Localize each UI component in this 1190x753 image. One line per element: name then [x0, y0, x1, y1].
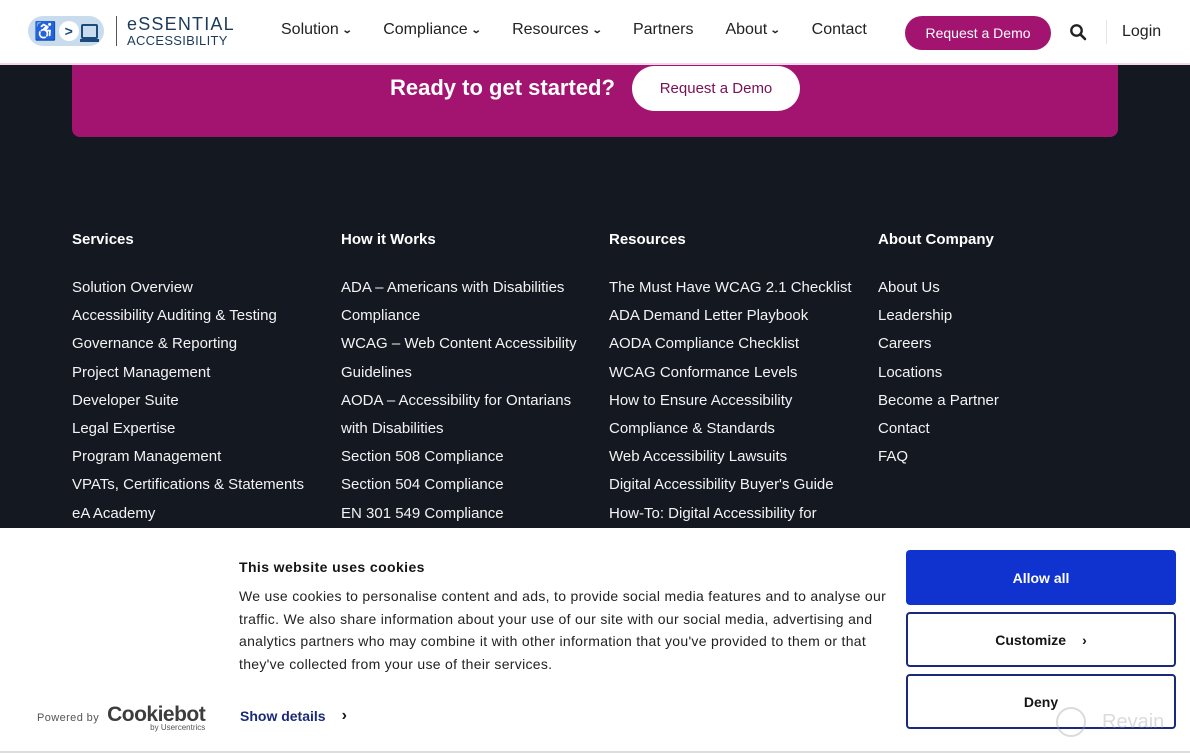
cta-title: Ready to get started?	[390, 75, 615, 100]
show-details-link[interactable]: Show details ›	[240, 707, 347, 725]
nav-label: Compliance	[383, 21, 468, 38]
chevron-down-icon: ⌄	[341, 24, 353, 36]
footer-link[interactable]: Solution Overview	[72, 274, 304, 302]
nav-partners[interactable]: Partners	[633, 21, 693, 39]
nav-label: Contact	[811, 21, 867, 38]
revain-logo-icon	[1056, 707, 1086, 737]
site-header: ♿ > eSSENTIAL ACCESSIBILITY Solution ⌄ Co…	[0, 0, 1190, 65]
footer-link[interactable]: WCAG – Web Content Accessibility	[341, 330, 577, 358]
footer-link[interactable]: eA Academy	[72, 500, 304, 528]
nav-compliance[interactable]: Compliance ⌄	[383, 21, 482, 39]
revain-text: Revain	[1102, 710, 1165, 733]
footer-link[interactable]: Section 504 Compliance	[341, 471, 577, 499]
footer-link[interactable]: Section 508 Compliance	[341, 443, 577, 471]
footer-heading: Services	[72, 231, 134, 248]
footer-link[interactable]: Become a Partner	[878, 387, 999, 415]
nav-resources[interactable]: Resources ⌄	[512, 21, 603, 39]
footer-link[interactable]: Compliance & Standards	[609, 415, 852, 443]
revain-watermark: Revain	[1056, 707, 1164, 737]
footer-link[interactable]: Leadership	[878, 302, 999, 330]
footer-link[interactable]: ADA Demand Letter Playbook	[609, 302, 852, 330]
main-nav: Solution ⌄ Compliance ⌄ Resources ⌄ Partner…	[281, 21, 899, 39]
nav-label: Resources	[512, 21, 589, 38]
footer-link[interactable]: Program Management	[72, 443, 304, 471]
login-link[interactable]: Login	[1122, 23, 1161, 41]
footer-heading: How it Works	[341, 231, 436, 248]
arrow-icon: >	[58, 21, 79, 41]
footer-link[interactable]: Locations	[878, 359, 999, 387]
footer-link[interactable]: Accessibility Auditing & Testing	[72, 302, 304, 330]
cta-banner: Ready to get started? Request a Demo	[72, 65, 1118, 137]
logo-divider	[116, 16, 117, 46]
footer-heading: About Company	[878, 231, 994, 248]
cookie-banner: This website uses cookies We use cookies…	[0, 528, 1190, 753]
allow-all-button[interactable]: Allow all	[906, 550, 1176, 605]
footer-link[interactable]: Compliance	[341, 302, 577, 330]
footer-link[interactable]: Web Accessibility Lawsuits	[609, 443, 852, 471]
footer-link[interactable]: EN 301 549 Compliance	[341, 500, 577, 528]
footer-link[interactable]: Project Management	[72, 359, 304, 387]
nav-label: Partners	[632, 21, 694, 38]
powered-by-cookiebot[interactable]: Powered by Cookiebot by Usercentrics	[37, 703, 206, 732]
footer-link[interactable]: The Must Have WCAG 2.1 Checklist	[609, 274, 852, 302]
footer-column-services: Services Solution Overview Accessibility…	[72, 231, 304, 528]
footer-link[interactable]: Developer Suite	[72, 387, 304, 415]
chevron-down-icon: ⌄	[470, 24, 482, 36]
footer-column-resources: Resources The Must Have WCAG 2.1 Checkli…	[609, 231, 852, 528]
cookiebot-logo: Cookiebot by Usercentrics	[107, 703, 206, 732]
logo-text: eSSENTIAL ACCESSIBILITY	[127, 15, 235, 47]
logo-icon: ♿ >	[28, 16, 104, 46]
footer-link[interactable]: ADA – Americans with Disabilities	[341, 274, 577, 302]
header-divider	[1106, 20, 1107, 44]
powered-by-label: Powered by	[37, 712, 100, 724]
chevron-down-icon: ⌄	[591, 24, 603, 36]
cookie-description: We use cookies to personalise content an…	[239, 588, 887, 672]
footer-link[interactable]: Contact	[878, 415, 999, 443]
footer-link[interactable]: Governance & Reporting	[72, 330, 304, 358]
footer-link[interactable]: AODA Compliance Checklist	[609, 330, 852, 358]
footer-heading: Resources	[609, 231, 686, 248]
footer-link[interactable]: Guidelines	[341, 359, 577, 387]
request-demo-button[interactable]: Request a Demo	[905, 16, 1051, 50]
cookiebot-brand: Cookiebot	[107, 703, 206, 726]
logo[interactable]: ♿ > eSSENTIAL ACCESSIBILITY	[28, 15, 235, 47]
nav-solution[interactable]: Solution ⌄	[281, 21, 353, 39]
cookie-title: This website uses cookies	[239, 559, 425, 575]
footer-link[interactable]: Careers	[878, 330, 999, 358]
footer-column-about-company: About Company About Us Leadership Career…	[878, 231, 999, 471]
footer-link[interactable]: How-To: Digital Accessibility for	[609, 500, 852, 528]
footer-link[interactable]: How to Ensure Accessibility	[609, 387, 852, 415]
search-icon[interactable]	[1069, 23, 1087, 41]
footer-link[interactable]: AODA – Accessibility for Ontarians	[341, 387, 577, 415]
footer-link[interactable]: Legal Expertise	[72, 415, 304, 443]
cookiebot-sub: by Usercentrics	[150, 723, 206, 732]
nav-label: Solution	[281, 21, 339, 38]
nav-contact[interactable]: Contact	[812, 21, 867, 39]
show-details-label: Show details	[240, 708, 326, 724]
footer-link[interactable]: WCAG Conformance Levels	[609, 359, 852, 387]
footer-link[interactable]: Digital Accessibility Buyer's Guide	[609, 471, 852, 499]
customize-button[interactable]: Customize ›	[906, 612, 1176, 667]
logo-line2: ACCESSIBILITY	[127, 33, 228, 48]
cta-request-demo-button[interactable]: Request a Demo	[632, 66, 800, 111]
footer-link[interactable]: with Disabilities	[341, 415, 577, 443]
footer-link[interactable]: VPATs, Certifications & Statements	[72, 471, 304, 499]
chevron-right-icon: ›	[1082, 631, 1087, 648]
footer-link[interactable]: FAQ	[878, 443, 999, 471]
footer-link[interactable]: About Us	[878, 274, 999, 302]
computer-icon	[79, 23, 99, 42]
chevron-right-icon: ›	[341, 707, 347, 724]
chevron-down-icon: ⌄	[769, 24, 781, 36]
customize-label: Customize	[995, 631, 1067, 648]
nav-about[interactable]: About ⌄	[725, 21, 781, 39]
nav-label: About	[725, 21, 768, 38]
footer-column-how-it-works: How it Works ADA – Americans with Disabi…	[341, 231, 577, 528]
wheelchair-icon: ♿	[34, 20, 57, 41]
logo-line1: eSSENTIAL	[127, 14, 235, 34]
